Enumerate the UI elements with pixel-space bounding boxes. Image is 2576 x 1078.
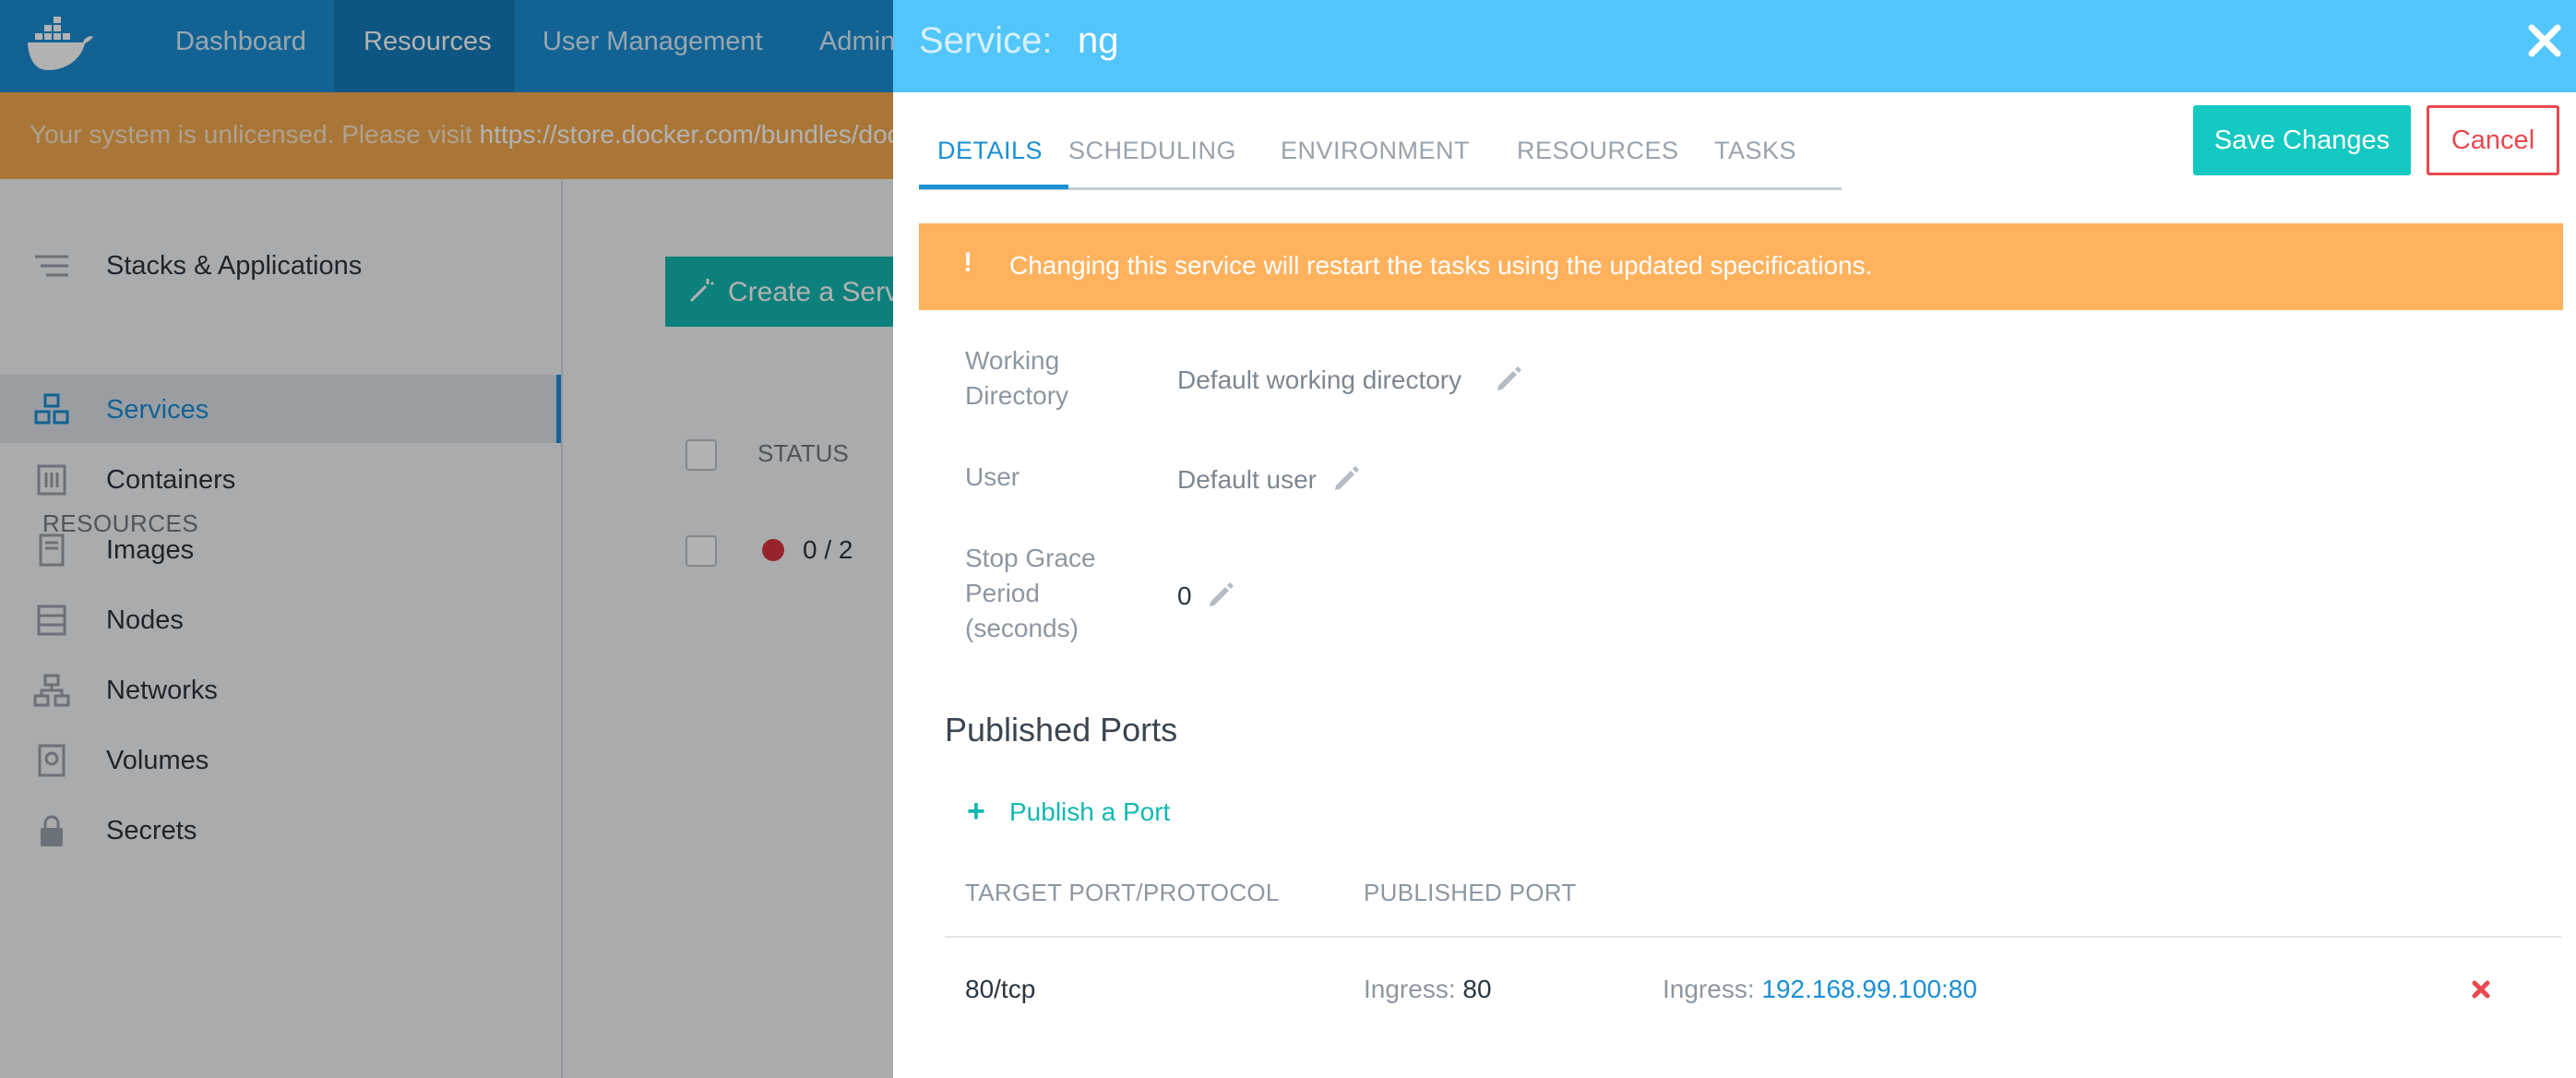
edit-pencil-icon[interactable] <box>1332 463 1362 493</box>
cancel-button[interactable]: Cancel <box>2427 105 2559 175</box>
ingress-label: Ingress: <box>1364 975 1456 1003</box>
user-value: Default user <box>1177 465 1317 494</box>
working-directory-value: Default working directory <box>1177 365 1462 394</box>
ingress-address-label: Ingress: <box>1663 975 1755 1003</box>
panel-tabs: DETAILS SCHEDULING ENVIRONMENT RESOURCES… <box>919 129 1842 190</box>
tab-tasks[interactable]: TASKS <box>1714 137 1796 165</box>
save-changes-button[interactable]: Save Changes <box>2193 105 2411 175</box>
user-label: User <box>965 462 1020 491</box>
close-icon[interactable] <box>2526 22 2563 59</box>
panel-title-label: Service: <box>919 20 1053 61</box>
warning-message: Changing this service will restart the t… <box>1009 251 1873 280</box>
port-row-ingress-address: Ingress: 192.168.99.100:80 <box>1663 975 1977 1004</box>
remove-port-icon[interactable] <box>2471 979 2491 1000</box>
working-directory-label: Working Directory <box>965 346 1069 410</box>
tab-scheduling[interactable]: SCHEDULING <box>1068 137 1236 165</box>
service-edit-panel: Service: ng DETAILS SCHEDULING ENVIRONME… <box>893 0 2576 1078</box>
stop-grace-period-value: 0 <box>1177 581 1192 610</box>
edit-pencil-icon[interactable] <box>1495 364 1524 393</box>
published-port-column-header: PUBLISHED PORT <box>1364 879 1577 906</box>
plus-icon: + <box>967 794 985 829</box>
target-port-column-header: TARGET PORT/PROTOCOL <box>965 879 1280 906</box>
tab-details[interactable]: DETAILS <box>937 137 1043 165</box>
panel-title-service-name: ng <box>1078 20 1119 61</box>
active-tab-indicator <box>919 185 1068 189</box>
tab-resources[interactable]: RESOURCES <box>1517 137 1679 165</box>
port-row-ingress-port: Ingress: 80 <box>1364 975 1492 1004</box>
ingress-port-value: 80 <box>1462 975 1492 1003</box>
port-row-target: 80/tcp <box>965 975 1036 1003</box>
publish-port-label: Publish a Port <box>1009 797 1171 826</box>
panel-header: Service: ng <box>893 0 2576 92</box>
stop-grace-period-label: Stop Grace Period (seconds) <box>965 544 1096 642</box>
published-ports-title: Published Ports <box>945 711 1178 749</box>
tab-environment[interactable]: ENVIRONMENT <box>1281 137 1470 165</box>
table-divider <box>945 936 2561 938</box>
restart-warning-banner: ! Changing this service will restart the… <box>919 223 2563 310</box>
edit-pencil-icon[interactable] <box>1207 580 1236 609</box>
ingress-address-link[interactable]: 192.168.99.100:80 <box>1761 975 1977 1003</box>
warning-icon: ! <box>963 247 972 278</box>
